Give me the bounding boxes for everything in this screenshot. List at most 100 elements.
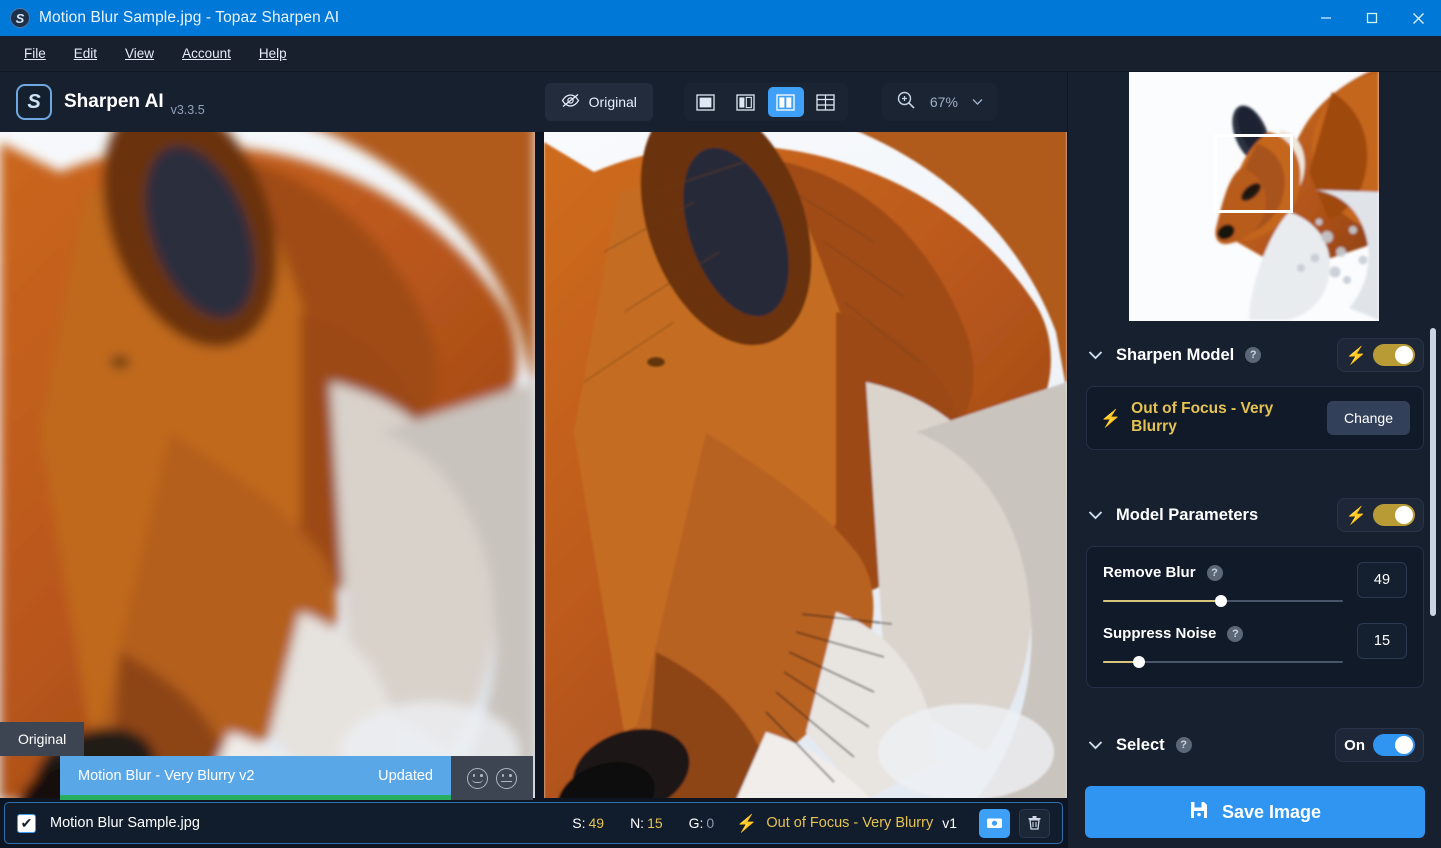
menu-view[interactable]: View [115, 42, 164, 65]
image-canvas: Original [0, 132, 1067, 800]
panel-scroll-area: Sharpen Model ? ⚡ ⚡ Out of Focus - Very … [1068, 324, 1441, 796]
minimize-button[interactable] [1303, 0, 1349, 36]
stat-noise: N:15 [630, 815, 663, 831]
feedback-buttons [451, 756, 533, 800]
panel-scrollbar[interactable] [1430, 328, 1436, 616]
slider-thumb[interactable] [1133, 656, 1145, 668]
help-icon[interactable]: ? [1176, 737, 1192, 753]
stat-grain: G:0 [689, 815, 715, 831]
zoom-in-icon[interactable] [896, 90, 916, 115]
sharpen-model-auto-toggle[interactable]: ⚡ [1337, 338, 1424, 372]
topaz-s-logo-icon: S [10, 8, 30, 28]
image-pane-processed[interactable] [544, 132, 1067, 800]
help-icon[interactable]: ? [1227, 626, 1243, 642]
toggle-switch[interactable] [1373, 734, 1415, 756]
filmstrip-actions [979, 809, 1050, 838]
navigator-thumbnail[interactable] [1129, 72, 1379, 321]
filmstrip-model-version: v1 [942, 815, 957, 831]
navigator-panel[interactable] [1068, 72, 1441, 324]
stat-grain-value: 0 [706, 815, 714, 831]
menu-help[interactable]: Help [249, 42, 297, 65]
navigator-viewport-rect[interactable] [1214, 134, 1293, 213]
stat-sharpen: S:49 [572, 815, 604, 831]
section-title-model-parameters: Model Parameters [1116, 506, 1258, 525]
section-header-model-parameters[interactable]: Model Parameters ⚡ [1068, 484, 1441, 546]
lightning-bolt-icon: ⚡ [1346, 347, 1367, 364]
brand-name: Sharpen AI [64, 91, 164, 113]
file-checkbox[interactable]: ✔ [17, 814, 36, 833]
view-mode-single[interactable] [688, 87, 724, 117]
zoom-control[interactable]: 67% [882, 83, 997, 121]
filmstrip-filename: Motion Blur Sample.jpg [50, 815, 200, 831]
delete-button[interactable] [1019, 809, 1050, 838]
processed-badge-title: Motion Blur - Very Blurry v2 [78, 768, 254, 784]
smiley-happy-icon[interactable] [467, 768, 488, 789]
save-image-button[interactable]: Save Image [1085, 786, 1425, 838]
section-header-select[interactable]: Select ? On [1068, 714, 1441, 776]
processed-badge: Motion Blur - Very Blurry v2 Updated [60, 756, 533, 800]
menu-edit[interactable]: Edit [64, 42, 107, 65]
lightning-bolt-icon: ⚡ [736, 815, 757, 832]
filmstrip-model: ⚡ Out of Focus - Very Blurry v1 [736, 815, 957, 832]
app-window: S Motion Blur Sample.jpg - Topaz Sharpen… [0, 0, 1441, 848]
menu-help-label: Help [259, 46, 287, 61]
image-pane-original[interactable]: Original [0, 132, 535, 800]
title-bar: S Motion Blur Sample.jpg - Topaz Sharpen… [0, 0, 1441, 36]
smiley-neutral-icon[interactable] [496, 768, 517, 789]
section-title-select: Select [1116, 736, 1165, 755]
help-icon[interactable]: ? [1245, 347, 1261, 363]
section-title-sharpen-model: Sharpen Model [1116, 346, 1234, 365]
menu-account[interactable]: Account [172, 42, 241, 65]
menu-bar: File Edit View Account Help [0, 36, 1441, 72]
help-icon[interactable]: ? [1207, 565, 1223, 581]
parameter-row-remove-blur: Remove Blur ? 49 [1103, 562, 1407, 607]
eye-slash-icon [561, 93, 580, 111]
save-image-label: Save Image [1222, 802, 1321, 823]
stat-sharpen-value: 49 [588, 815, 604, 831]
chevron-down-icon[interactable] [972, 93, 983, 111]
lightning-bolt-icon: ⚡ [1346, 507, 1367, 524]
parameter-label-remove-blur: Remove Blur [1103, 564, 1196, 581]
slider-remove-blur[interactable] [1103, 595, 1343, 607]
chevron-down-icon[interactable] [1088, 737, 1103, 754]
section-header-sharpen-model[interactable]: Sharpen Model ? ⚡ [1068, 324, 1441, 386]
model-row: ⚡ Out of Focus - Very Blurry Change [1100, 400, 1410, 436]
zoom-level-value: 67% [926, 94, 962, 110]
processed-badge-main: Motion Blur - Very Blurry v2 Updated [60, 756, 451, 800]
original-badge: Original [0, 722, 84, 756]
chevron-down-icon[interactable] [1088, 347, 1103, 364]
parameter-row-suppress-noise: Suppress Noise ? 15 [1103, 623, 1407, 668]
filmstrip-bar: ✔ Motion Blur Sample.jpg S:49 N:15 G:0 ⚡… [0, 798, 1067, 848]
maximize-button[interactable] [1349, 0, 1395, 36]
sharpen-ai-logo-icon: S [16, 84, 52, 120]
save-area: Save Image [1068, 776, 1441, 848]
parameter-value-remove-blur[interactable]: 49 [1357, 562, 1407, 598]
toggle-switch[interactable] [1373, 344, 1415, 366]
filmstrip-model-name: Out of Focus - Very Blurry [766, 815, 933, 831]
filmstrip-row[interactable]: ✔ Motion Blur Sample.jpg S:49 N:15 G:0 ⚡… [4, 802, 1063, 844]
view-mode-split[interactable] [728, 87, 764, 117]
view-mode-quad[interactable] [808, 87, 844, 117]
close-button[interactable] [1395, 0, 1441, 36]
slider-suppress-noise[interactable] [1103, 656, 1343, 668]
original-toggle-button[interactable]: Original [545, 83, 653, 121]
app-toolbar: S Sharpen AI v3.3.5 Original [0, 72, 1067, 132]
change-model-button[interactable]: Change [1327, 401, 1410, 435]
chevron-down-icon[interactable] [1088, 507, 1103, 524]
model-parameters-card: Remove Blur ? 49 Suppress [1086, 546, 1424, 688]
toggle-switch[interactable] [1373, 504, 1415, 526]
model-parameters-auto-toggle[interactable]: ⚡ [1337, 498, 1424, 532]
select-toggle-label: On [1344, 737, 1365, 754]
menu-file[interactable]: File [14, 42, 56, 65]
pane-divider-handle[interactable] [535, 132, 544, 800]
parameter-value-suppress-noise[interactable]: 15 [1357, 623, 1407, 659]
select-on-off-toggle[interactable]: On [1335, 728, 1424, 762]
slider-thumb[interactable] [1215, 595, 1227, 607]
save-disk-icon [1189, 800, 1209, 825]
menu-view-label: View [125, 46, 154, 61]
parameter-label-suppress-noise: Suppress Noise [1103, 625, 1216, 642]
view-mode-side-by-side[interactable] [768, 87, 804, 117]
stat-noise-value: 15 [647, 815, 663, 831]
preview-button[interactable] [979, 809, 1010, 838]
fox-image-processed [544, 132, 1067, 800]
